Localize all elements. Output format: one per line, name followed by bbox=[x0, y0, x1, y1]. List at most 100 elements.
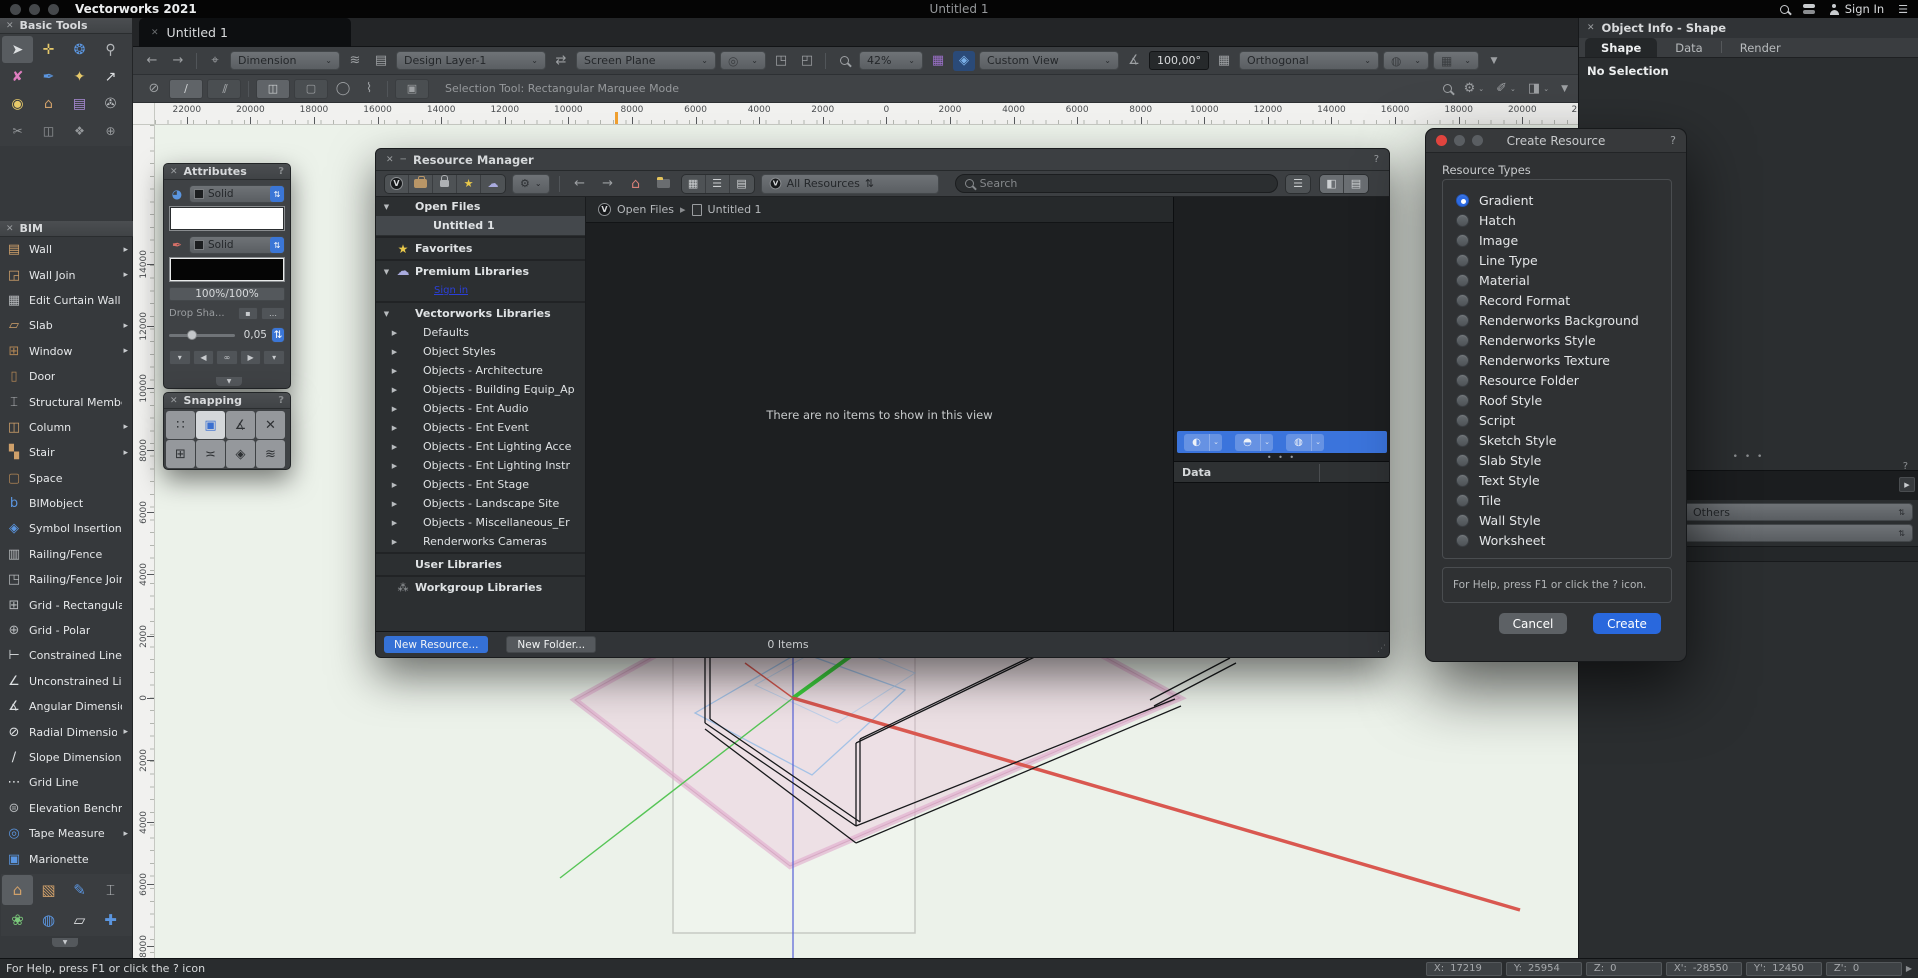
resource-type-option[interactable]: Line Type bbox=[1443, 250, 1671, 270]
attr-forward-button[interactable]: ▶ bbox=[240, 350, 262, 365]
resource-type-option[interactable]: Text Style bbox=[1443, 470, 1671, 490]
opacity-button[interactable]: 100%/100% bbox=[169, 287, 285, 301]
polygon-marquee-icon[interactable] bbox=[358, 79, 380, 99]
new-folder-button[interactable]: New Folder... bbox=[506, 636, 596, 653]
tool-set-button[interactable]: ▧ bbox=[33, 875, 64, 905]
tool-set-button[interactable]: ✎ bbox=[64, 875, 95, 905]
snap-toggle-button[interactable]: ≋ bbox=[256, 440, 285, 468]
tab-render[interactable]: Render bbox=[1724, 38, 1797, 57]
coordinate-field[interactable]: Y: 25954 bbox=[1506, 962, 1582, 976]
snap-toggle-button[interactable]: ⊞ bbox=[166, 440, 195, 468]
cloud-library-icon[interactable] bbox=[481, 175, 505, 193]
plane-toggle-icon[interactable] bbox=[550, 51, 572, 71]
snap-toggle-button[interactable]: ✕ bbox=[256, 411, 285, 439]
fill-style-dropdown[interactable]: Solid ⇅ bbox=[189, 185, 285, 203]
bim-tool-item[interactable]: ▥ Railing/Fence bbox=[0, 542, 133, 567]
close-icon[interactable]: ✕ bbox=[386, 155, 394, 165]
bim-tool-item[interactable]: ◎ Tape Measure ▸ bbox=[0, 821, 133, 846]
expand-icon[interactable]: ▶ bbox=[390, 481, 399, 489]
close-icon[interactable]: ✕ bbox=[6, 224, 14, 234]
control-center-icon[interactable] bbox=[1803, 4, 1815, 14]
fit-view-icon[interactable] bbox=[796, 51, 818, 71]
render-mode-dropdown-3[interactable]: ◍⌄ bbox=[1286, 434, 1324, 451]
tool-set-button[interactable]: ⌶ bbox=[95, 875, 126, 905]
forward-icon[interactable] bbox=[167, 51, 189, 71]
basic-tool-button[interactable]: ❂ bbox=[64, 36, 95, 63]
toolbar-overflow-icon[interactable] bbox=[1483, 51, 1505, 71]
line-weight-slider[interactable] bbox=[169, 334, 235, 337]
bim-tool-item[interactable]: ◳ Railing/Fence Join bbox=[0, 567, 133, 592]
resize-grip[interactable]: ⋰ bbox=[1377, 644, 1386, 654]
render-mode-dropdown-1[interactable]: ◐⌄ bbox=[1184, 434, 1222, 451]
dialog-close-button[interactable] bbox=[1436, 135, 1447, 146]
tree-item[interactable]: ▶ Object Styles bbox=[376, 342, 585, 361]
minimize-icon[interactable]: ─ bbox=[401, 155, 406, 165]
preview-toggle-icon[interactable] bbox=[1286, 175, 1310, 193]
working-plane-icon[interactable] bbox=[953, 51, 975, 71]
user-library-icon[interactable] bbox=[433, 175, 457, 193]
back-icon[interactable] bbox=[141, 51, 163, 71]
tree-item[interactable]: ▼ Premium Libraries bbox=[376, 262, 585, 281]
resource-filter-dropdown[interactable]: All Resources ⇅ bbox=[761, 174, 939, 194]
expand-icon[interactable]: ▶ bbox=[390, 538, 399, 546]
expand-icon[interactable]: ▶ bbox=[390, 500, 399, 508]
close-icon[interactable]: ✕ bbox=[170, 396, 178, 406]
bim-tool-item[interactable]: ∡ Angular Dimension bbox=[0, 694, 133, 719]
interactive-scaling-mode-2[interactable] bbox=[207, 79, 241, 99]
snap-toggle-button[interactable]: ≍ bbox=[196, 440, 225, 468]
bim-tool-item[interactable]: ▱ Slab ▸ bbox=[0, 313, 133, 338]
search-tools-icon[interactable] bbox=[1443, 84, 1452, 93]
home-icon[interactable] bbox=[625, 174, 647, 194]
tree-item[interactable]: ▼ Vectorworks Libraries bbox=[376, 304, 585, 323]
tree-item[interactable]: ▶ Objects - Ent Audio bbox=[376, 399, 585, 418]
bim-tool-item[interactable]: ⊕ Grid - Polar bbox=[0, 618, 133, 643]
tree-item[interactable]: User Libraries bbox=[376, 555, 585, 574]
expand-right-icon[interactable]: ▶ bbox=[1899, 477, 1915, 492]
menu-list-icon[interactable] bbox=[1898, 3, 1908, 16]
layers-icon[interactable] bbox=[344, 51, 366, 71]
close-icon[interactable]: ✕ bbox=[1587, 23, 1595, 33]
snap-toggle-button[interactable]: ▣ bbox=[196, 411, 225, 439]
expand-icon[interactable]: ▼ bbox=[382, 310, 391, 318]
tree-item[interactable]: Workgroup Libraries bbox=[376, 578, 585, 597]
tree-item[interactable] bbox=[376, 301, 585, 303]
tree-item[interactable]: Favorites bbox=[376, 239, 585, 258]
new-folder-icon[interactable] bbox=[653, 174, 675, 194]
expand-icon[interactable]: ▶ bbox=[390, 329, 399, 337]
constraint-icon[interactable] bbox=[204, 51, 226, 71]
basic-tool-button[interactable]: ◫ bbox=[33, 117, 64, 144]
drop-shadow-toggle[interactable]: ▪ bbox=[238, 307, 258, 320]
tool-set-button[interactable]: ▱ bbox=[64, 905, 95, 935]
bim-tool-item[interactable]: ◲ Wall Join ▸ bbox=[0, 262, 133, 287]
tree-item[interactable]: ▶ Renderworks Cameras bbox=[376, 532, 585, 551]
resource-type-option[interactable]: Resource Folder bbox=[1443, 370, 1671, 390]
tree-item[interactable]: ▶ Objects - Landscape Site bbox=[376, 494, 585, 513]
search-input[interactable]: Search bbox=[955, 174, 1278, 193]
resource-type-option[interactable]: Tile bbox=[1443, 490, 1671, 510]
expand-icon[interactable]: ▶ bbox=[390, 348, 399, 356]
fill-style-stepper[interactable]: ⇅ bbox=[270, 186, 284, 202]
bim-tool-item[interactable]: ⋯ Grid Line bbox=[0, 770, 133, 795]
tool-set-button[interactable]: ⌂ bbox=[2, 875, 33, 905]
annotation-dropdown-icon[interactable]: ⌄ bbox=[1496, 81, 1516, 96]
drop-shadow-options-button[interactable]: … bbox=[261, 307, 285, 320]
resource-type-option[interactable]: Renderworks Style bbox=[1443, 330, 1671, 350]
render-mode-dropdown-2[interactable]: ◓⌄ bbox=[1235, 434, 1273, 451]
resource-type-option[interactable]: Slab Style bbox=[1443, 450, 1671, 470]
basic-tool-button[interactable]: ✂ bbox=[2, 117, 33, 144]
expand-icon[interactable]: ▶ bbox=[390, 462, 399, 470]
tool-set-button[interactable]: ✚ bbox=[95, 905, 126, 935]
resource-type-option[interactable]: Hatch bbox=[1443, 210, 1671, 230]
resource-type-option[interactable]: Image bbox=[1443, 230, 1671, 250]
pen-style-stepper[interactable]: ⇅ bbox=[270, 237, 284, 253]
document-tab[interactable]: ✕ Untitled 1 bbox=[139, 18, 351, 47]
spotlight-search-icon[interactable] bbox=[1780, 5, 1789, 14]
tree-item[interactable]: ▶ Objects - Ent Stage bbox=[376, 475, 585, 494]
bim-tool-item[interactable]: ⊞ Window ▸ bbox=[0, 339, 133, 364]
palette-collapse-tab[interactable]: ▼ bbox=[216, 377, 242, 386]
rotation-angle-field[interactable]: 100,00° bbox=[1149, 51, 1209, 70]
tree-item[interactable]: Sign in bbox=[376, 281, 585, 300]
bim-tool-item[interactable]: ∕ Slope Dimension bbox=[0, 745, 133, 770]
basic-tool-button[interactable]: ▤ bbox=[64, 90, 95, 117]
column-divider[interactable] bbox=[1319, 464, 1320, 482]
